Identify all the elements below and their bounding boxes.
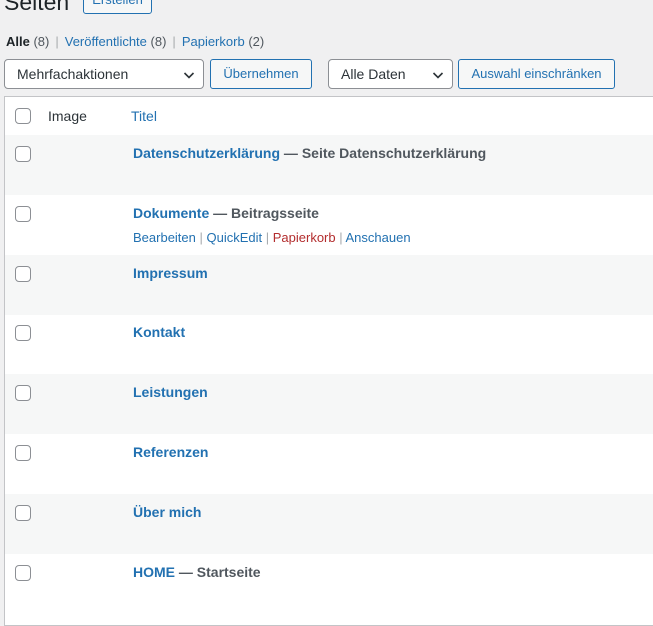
quick-edit-link[interactable]: QuickEdit [207, 230, 263, 245]
bulk-actions-select[interactable]: Mehrfachaktionen [4, 59, 204, 89]
status-filter-links: Alle (8) | Veröffentlichte (8) | Papierk… [6, 34, 264, 50]
filter-all[interactable]: Alle (8) [6, 34, 49, 50]
table-row: Über mich [5, 494, 653, 554]
table-row: Leistungen [5, 374, 653, 434]
row-checkbox[interactable] [15, 146, 31, 162]
apply-button[interactable]: Übernehmen [210, 59, 312, 89]
page-title-link[interactable]: Kontakt [133, 324, 185, 340]
chevron-down-icon [183, 72, 195, 79]
page-title: Seiten [4, 0, 70, 15]
page-title-link[interactable]: Über mich [133, 504, 201, 520]
page-title-link[interactable]: HOME [133, 564, 175, 580]
bulk-actions-value: Mehrfachaktionen [17, 66, 129, 82]
column-image: Image [48, 108, 87, 124]
page-title-link[interactable]: Impressum [133, 265, 208, 281]
row-checkbox[interactable] [15, 206, 31, 222]
separator: | [55, 34, 59, 49]
add-page-button[interactable]: Erstellen [83, 0, 152, 14]
post-state: — Startseite [175, 564, 261, 580]
page-title-link[interactable]: Dokumente [133, 205, 209, 221]
table-row: HOME — Startseite [5, 554, 653, 614]
select-all-checkbox[interactable] [15, 108, 31, 124]
post-state: — Beitragsseite [209, 205, 319, 221]
table-row: Referenzen [5, 434, 653, 494]
date-filter-value: Alle Daten [341, 66, 406, 82]
date-filter-select[interactable]: Alle Daten [328, 59, 453, 89]
row-checkbox[interactable] [15, 266, 31, 282]
table-row: Kontakt [5, 314, 653, 374]
page-header: Seiten Erstellen [4, 0, 152, 16]
trash-link[interactable]: Papierkorb [273, 230, 336, 245]
view-link[interactable]: Anschauen [346, 230, 411, 245]
table-row: Datenschutzerklärung — Seite Datenschutz… [5, 135, 653, 195]
table-row: Impressum [5, 255, 653, 315]
row-checkbox[interactable] [15, 565, 31, 581]
post-state: — Seite Datenschutzerklärung [280, 145, 487, 161]
row-checkbox[interactable] [15, 385, 31, 401]
row-checkbox[interactable] [15, 325, 31, 341]
edit-link[interactable]: Bearbeiten [133, 230, 196, 245]
filter-trash[interactable]: Papierkorb (2) [182, 34, 264, 50]
filter-button[interactable]: Auswahl einschränken [458, 59, 615, 89]
chevron-down-icon [432, 72, 444, 79]
page-title-link[interactable]: Leistungen [133, 384, 208, 400]
row-actions: Bearbeiten | QuickEdit | Papierkorb | An… [133, 230, 411, 245]
row-checkbox[interactable] [15, 505, 31, 521]
page-title-link[interactable]: Datenschutzerklärung [133, 145, 280, 161]
pages-table: Image Titel Datenschutzerklärung — Seite… [4, 96, 653, 626]
separator: | [172, 34, 176, 49]
column-title-sort[interactable]: Titel [131, 108, 157, 124]
row-checkbox[interactable] [15, 445, 31, 461]
page-title-link[interactable]: Referenzen [133, 444, 208, 460]
filter-published[interactable]: Veröffentlichte (8) [65, 34, 167, 50]
table-header: Image Titel [5, 97, 653, 136]
table-row: Dokumente — Beitragsseite Bearbeiten | Q… [5, 195, 653, 255]
